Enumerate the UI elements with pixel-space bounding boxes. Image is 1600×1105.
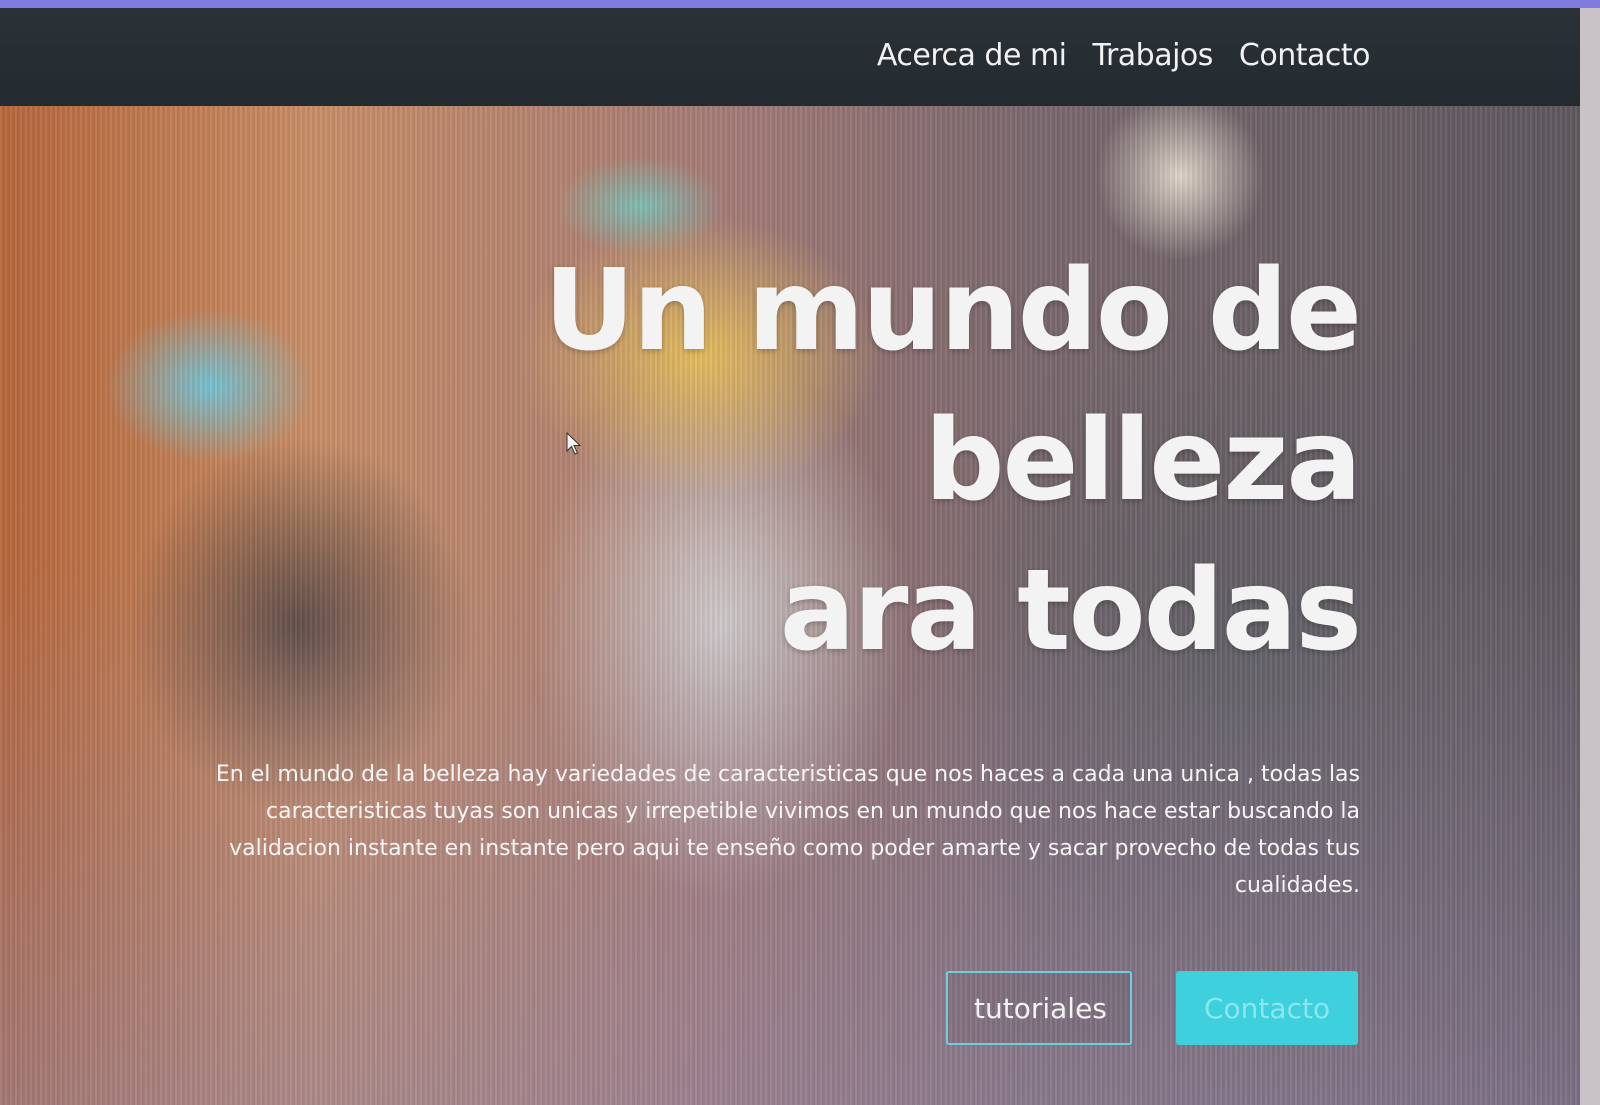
hero-section: Un mundo de belleza ara todas En el mund…: [0, 106, 1580, 1105]
screen: Acerca de mi Trabajos Contacto Un mundo …: [0, 0, 1600, 1105]
hero-description: En el mundo de la belleza hay variedades…: [215, 762, 1360, 898]
nav-links: Acerca de mi Trabajos Contacto: [877, 38, 1371, 73]
mouse-pointer-icon: [566, 432, 582, 455]
hero-title-line-3: ara todas: [779, 546, 1362, 676]
hero-title-line-2: belleza: [924, 396, 1362, 526]
nav-link-acerca[interactable]: Acerca de mi: [877, 38, 1067, 73]
hero-buttons: tutoriales Contacto: [946, 971, 1358, 1045]
nav-link-trabajos[interactable]: Trabajos: [1093, 38, 1214, 73]
screen-right-edge: [1580, 8, 1600, 1105]
hero-title-line-1: Un mundo de: [543, 246, 1362, 376]
hero-content: Un mundo de belleza ara todas: [160, 236, 1362, 686]
top-accent-strip: [0, 0, 1600, 8]
nav-link-contacto[interactable]: Contacto: [1239, 38, 1371, 73]
contact-button[interactable]: Contacto: [1176, 971, 1358, 1045]
hero-title: Un mundo de belleza ara todas: [160, 236, 1362, 686]
tutorials-button[interactable]: tutoriales: [946, 971, 1132, 1045]
navbar: Acerca de mi Trabajos Contacto: [0, 8, 1580, 106]
